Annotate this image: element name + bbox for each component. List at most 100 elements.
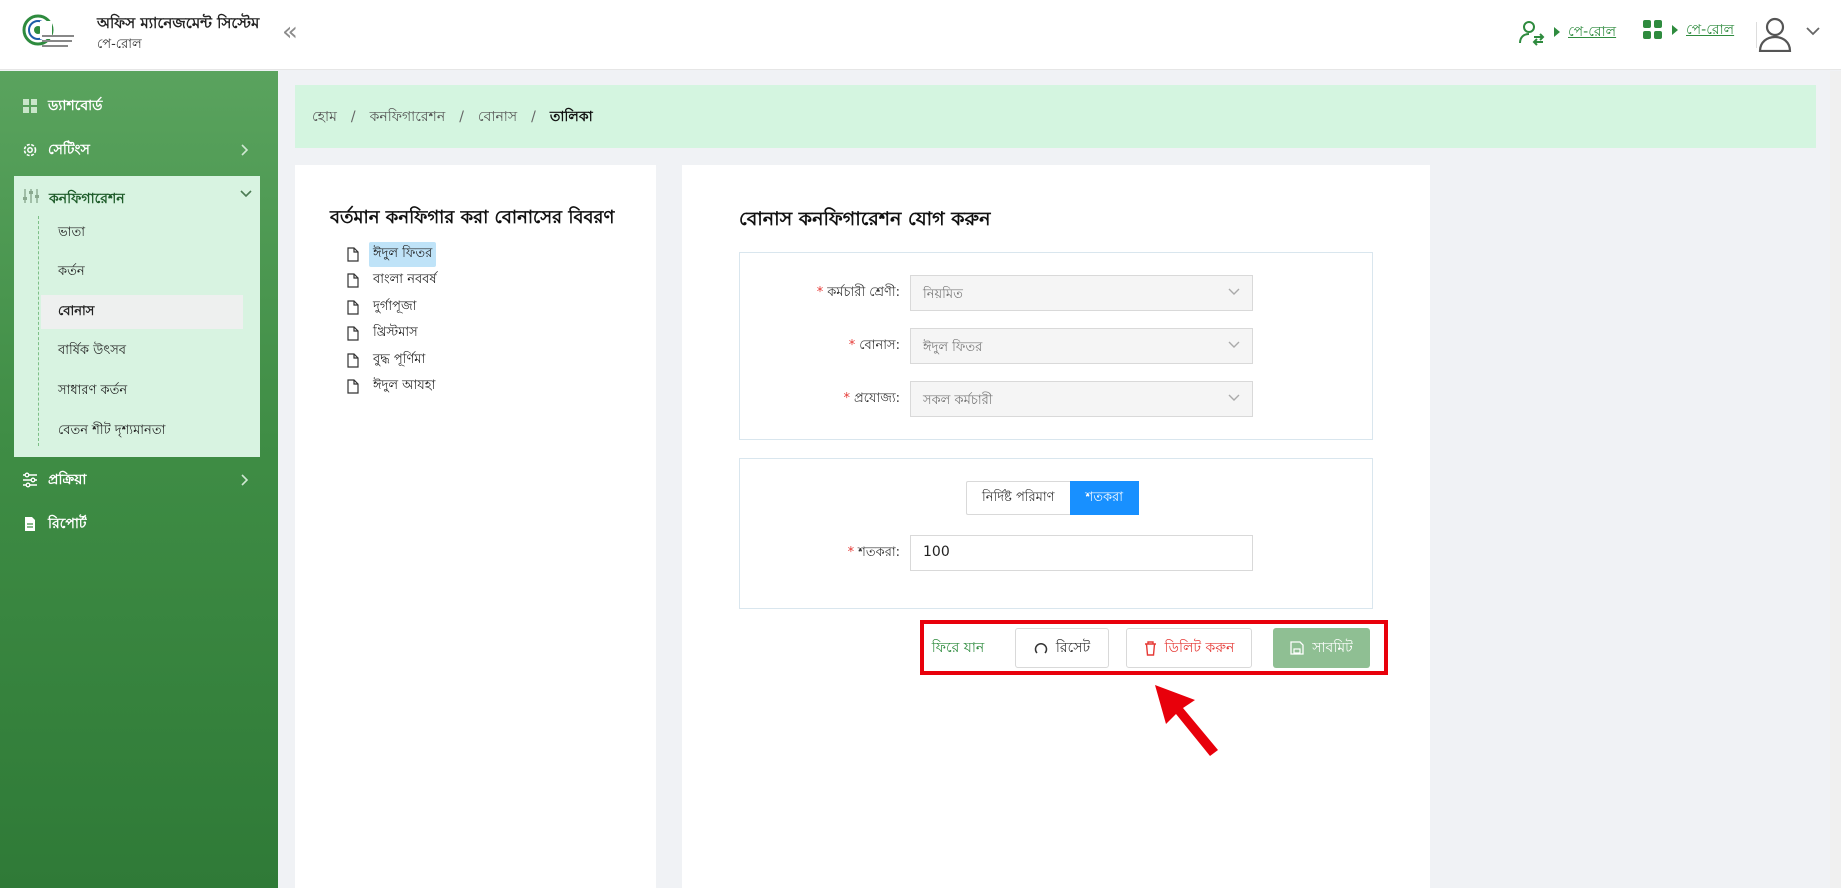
gear-icon	[23, 143, 37, 157]
chevron-down-icon	[1228, 288, 1240, 295]
sidebar-subitem-allowance[interactable]: ভাতা	[41, 216, 243, 250]
reset-button[interactable]: রিসেট	[1015, 628, 1109, 668]
payroll-apps-link[interactable]: পে-রোল	[1642, 18, 1734, 42]
chevron-right-icon	[241, 144, 249, 156]
tree-connector	[38, 216, 39, 446]
top-header: অফিস ম্যানেজমেন্ট সিস্টেম পে-রোল « পে-রো…	[0, 0, 1841, 70]
fixed-amount-option[interactable]: নির্দিষ্ট পরিমাণ	[966, 481, 1070, 515]
red-arrow-pointer-icon	[1155, 685, 1218, 756]
chevron-down-icon	[240, 190, 252, 198]
app-subtitle: পে-রোল	[97, 37, 142, 52]
file-icon	[347, 378, 359, 394]
breadcrumb-separator: /	[459, 108, 464, 125]
sidebar-item-configuration[interactable]: কনফিগারেশন	[14, 176, 260, 216]
payroll-link-2[interactable]: পে-রোল	[1686, 18, 1734, 42]
form-card-basic: * কর্মচারী শ্রেণী: নিয়মিত * বোনাস: ঈদুল ফ…	[739, 252, 1373, 440]
bonus-tree-item[interactable]: ঈদুল ফিতর	[347, 241, 437, 267]
sidebar-subitem-bonus[interactable]: বোনাস	[41, 295, 243, 329]
save-icon	[1290, 641, 1304, 655]
breadcrumb: হোম / কনফিগারেশন / বোনাস / তালিকা	[295, 85, 1816, 148]
employee-class-value: নিয়মিত	[923, 287, 963, 302]
collapse-sidebar-icon[interactable]: «	[282, 18, 298, 46]
breadcrumb-home[interactable]: হোম	[312, 105, 337, 129]
payroll-link-1[interactable]: পে-রোল	[1568, 20, 1616, 44]
tree-item-label: বুদ্ধ পূর্ণিমা	[373, 351, 426, 367]
chevron-right-icon	[241, 474, 249, 486]
chevron-down-icon	[1228, 341, 1240, 348]
file-icon	[347, 352, 359, 368]
user-switch-icon	[1519, 21, 1545, 46]
bonus-label: * বোনাস:	[848, 338, 900, 353]
employee-class-row: * কর্মচারী শ্রেণী: নিয়মিত	[740, 273, 1372, 311]
dashboard-icon	[23, 99, 37, 113]
applicable-row: * প্রযোজ্য: সকল কর্মচারী	[740, 379, 1372, 417]
employee-class-select[interactable]: নিয়মিত	[910, 275, 1253, 311]
sidebar-item-settings[interactable]: সেটিংস	[0, 130, 278, 170]
submit-label: সাবমিট	[1312, 640, 1353, 656]
sidebar-item-dashboard[interactable]: ড্যাশবোর্ড	[0, 86, 278, 126]
sidebar-config-group: কনফিগারেশন ভাতা কর্তন বোনাস বার্ষিক উৎসব…	[14, 176, 260, 457]
apps-grid-icon	[1643, 20, 1662, 39]
header-divider	[1756, 22, 1757, 48]
file-icon	[347, 246, 359, 262]
report-file-icon	[25, 517, 35, 531]
delete-label: ডিলিট করুন	[1164, 640, 1235, 656]
trash-icon	[1144, 640, 1156, 656]
bonus-tree-item[interactable]: দুর্গাপূজা	[347, 296, 420, 318]
breadcrumb-configuration[interactable]: কনফিগারেশন	[370, 105, 446, 129]
sidebar-label: রিপোর্ট	[48, 516, 87, 532]
back-button[interactable]: ফিরে যান	[928, 628, 988, 668]
tree-item-label: বাংলা নববর্ষ	[373, 271, 437, 287]
submit-button[interactable]: সাবমিট	[1273, 628, 1370, 668]
bonus-value: ঈদুল ফিতর	[923, 340, 983, 355]
user-avatar-icon[interactable]	[1758, 16, 1792, 52]
breadcrumb-separator: /	[531, 108, 536, 125]
file-icon	[347, 299, 359, 315]
bonus-tree-item[interactable]: বাংলা নববর্ষ	[347, 269, 441, 291]
breadcrumb-current: তালিকা	[549, 108, 593, 125]
applicable-label: * প্রযোজ্য:	[843, 391, 900, 406]
sidebar-label: কনফিগারেশন	[49, 191, 125, 207]
sidebar: ড্যাশবোর্ড সেটিংস কনফিগারেশন ভাতা কর্তন …	[0, 71, 278, 888]
applicable-select[interactable]: সকল কর্মচারী	[910, 381, 1253, 417]
form-title: বোনাস কনফিগারেশন যোগ করুন	[739, 208, 991, 230]
bonus-config-form-panel: বোনাস কনফিগারেশন যোগ করুন * কর্মচারী শ্রে…	[682, 165, 1430, 888]
sidebar-label: সেটিংস	[48, 142, 90, 158]
configured-bonus-panel: বর্তমান কনফিগার করা বোনাসের বিবরণ ঈদুল ফ…	[295, 165, 656, 888]
bonus-tree-item[interactable]: খ্রিস্টমাস	[347, 322, 422, 344]
percentage-input[interactable]: 100	[910, 535, 1253, 571]
bonus-tree-item[interactable]: ঈদুল আযহা	[347, 375, 439, 397]
sidebar-subitem-annual-festival[interactable]: বার্ষিক উৎসব	[41, 334, 243, 368]
chevron-down-icon[interactable]	[1806, 26, 1820, 36]
applicable-value: সকল কর্মচারী	[923, 393, 993, 408]
app-title: অফিস ম্যানেজমেন্ট সিস্টেম	[97, 14, 260, 32]
bonus-select[interactable]: ঈদুল ফিতর	[910, 328, 1253, 364]
bonus-tree-item[interactable]: বুদ্ধ পূর্ণিমা	[347, 349, 429, 371]
tree-item-label: ঈদুল ফিতর	[369, 241, 437, 267]
sidebar-subitem-general-deduction[interactable]: সাধারণ কর্তন	[41, 374, 243, 408]
percentage-option[interactable]: শতকরা	[1069, 481, 1139, 515]
process-sliders-icon	[23, 472, 37, 488]
breadcrumb-bonus[interactable]: বোনাস	[478, 105, 517, 129]
breadcrumb-separator: /	[350, 108, 356, 125]
page-scrollbar[interactable]	[1830, 71, 1841, 888]
file-icon	[347, 325, 359, 341]
brand-logo	[22, 14, 74, 47]
file-icon	[347, 272, 359, 288]
reset-label: রিসেট	[1055, 640, 1091, 656]
caret-right-icon	[1554, 27, 1560, 37]
sidebar-subitem-salary-sheet-visibility[interactable]: বেতন শীট দৃশ্যমানতা	[41, 414, 243, 448]
sidebar-item-report[interactable]: রিপোর্ট	[0, 504, 278, 544]
payroll-user-link[interactable]: পে-রোল	[1518, 18, 1616, 46]
sliders-icon	[23, 189, 39, 203]
delete-button[interactable]: ডিলিট করুন	[1126, 628, 1252, 668]
tree-item-label: দুর্গাপূজা	[373, 298, 417, 314]
tree-item-label: খ্রিস্টমাস	[373, 324, 418, 340]
percentage-row: * শতকরা: 100	[740, 533, 1372, 571]
sidebar-subitem-deduction[interactable]: কর্তন	[41, 255, 243, 289]
caret-right-icon	[1672, 25, 1678, 35]
sidebar-item-process[interactable]: প্রক্রিয়া	[0, 460, 278, 500]
tree-item-label: ঈদুল আযহা	[373, 377, 436, 393]
form-card-amount: নির্দিষ্ট পরিমাণ শতকরা * শতকরা: 100	[739, 458, 1373, 609]
chevron-down-icon	[1228, 394, 1240, 401]
